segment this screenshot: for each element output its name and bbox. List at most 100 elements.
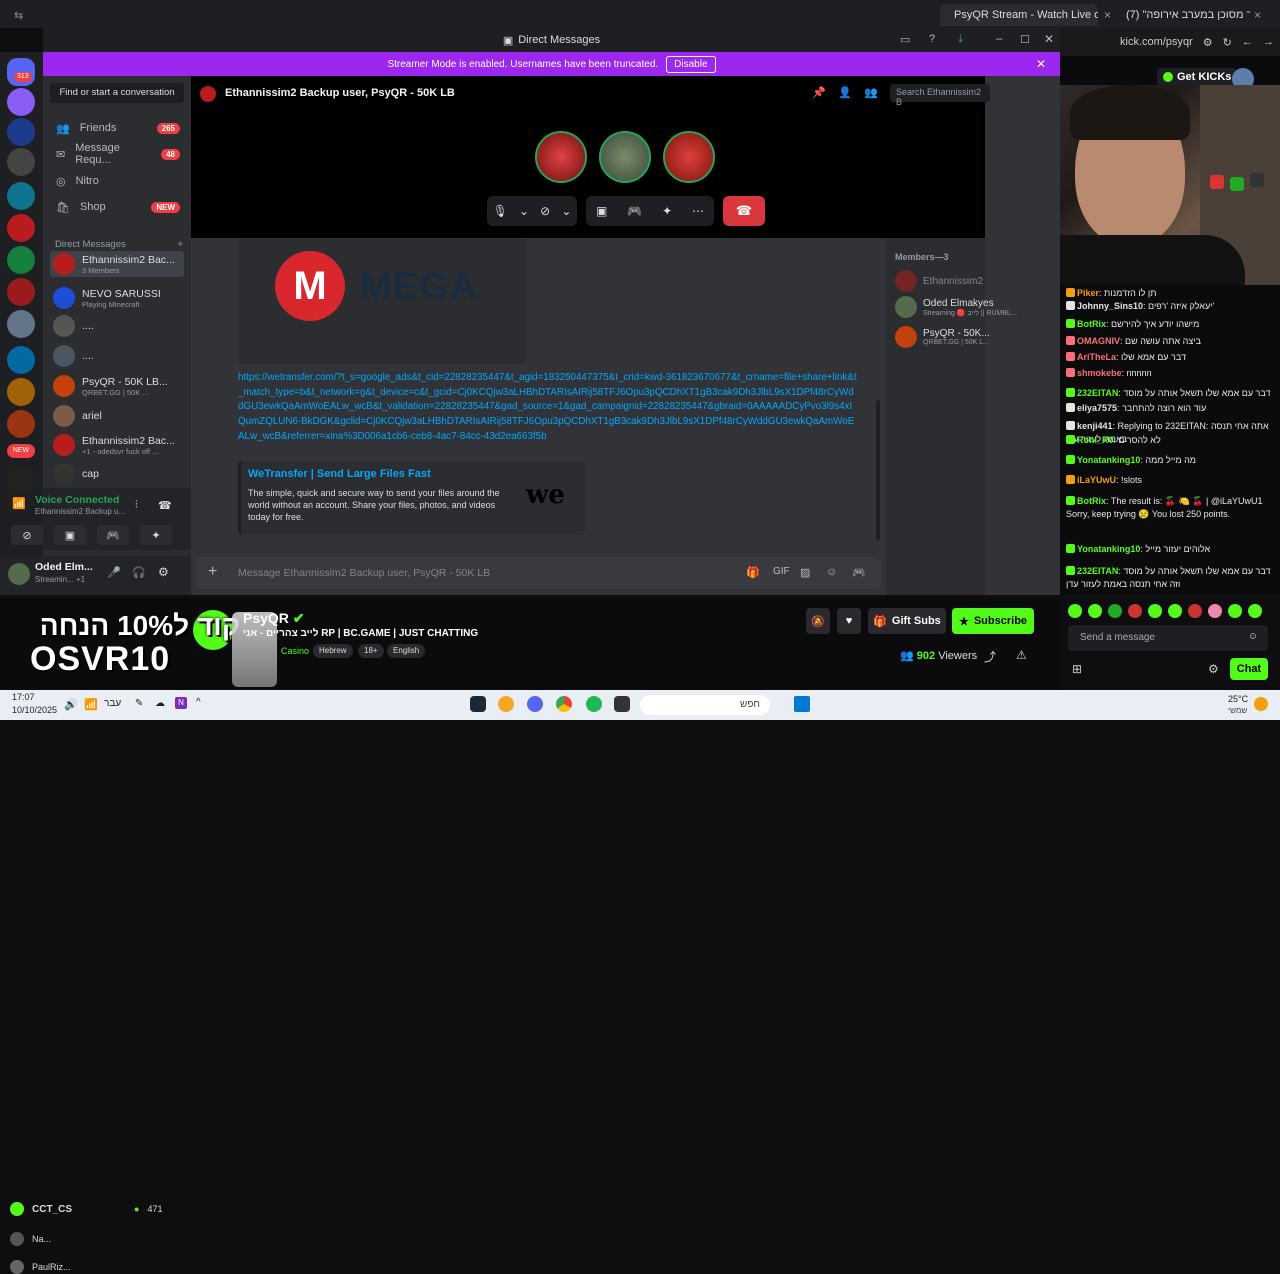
camera-off-icon[interactable]: ⊘ (11, 525, 43, 545)
chevron-up-icon[interactable]: ^ (196, 697, 201, 708)
tag-badge[interactable]: 18+ (358, 644, 384, 658)
chat-username[interactable]: kenji441 (1077, 421, 1113, 431)
dm-item[interactable]: cap (50, 461, 184, 487)
get-kicks-button[interactable]: Get KICKs (1157, 68, 1238, 86)
server-icon[interactable] (7, 346, 35, 374)
dm-item[interactable]: ariel (50, 403, 184, 429)
add-dm-icon[interactable]: + (177, 239, 183, 250)
forward-icon[interactable]: → (1263, 36, 1274, 48)
chat-username[interactable]: Piker (1077, 288, 1099, 298)
chat-input[interactable]: Send a message ☺ (1068, 625, 1268, 651)
emoji-icon[interactable]: ☺ (826, 566, 837, 578)
server-icon[interactable] (7, 118, 35, 146)
gift-subs-button[interactable]: 🎁 Gift Subs (868, 608, 946, 634)
call-participant-avatar[interactable] (663, 131, 715, 183)
following-item[interactable]: Na... (10, 1232, 51, 1246)
close-banner-icon[interactable]: ✕ (1036, 57, 1046, 71)
noise-suppression-icon[interactable]: ⫶ (135, 499, 138, 512)
following-item[interactable]: CCT_CS ● 471 (10, 1202, 162, 1216)
discord-taskbar-icon[interactable] (527, 696, 543, 712)
emote-icon[interactable] (1108, 604, 1122, 618)
streamer-name[interactable]: PsyQR ✔ (243, 610, 305, 627)
server-icon[interactable] (7, 466, 35, 494)
close-icon[interactable]: × (1254, 8, 1261, 22)
microphone-icon[interactable]: 🎤 (107, 566, 121, 579)
soundboard-icon[interactable]: ✦ (662, 204, 672, 218)
report-icon[interactable]: ⚠ (1016, 648, 1027, 662)
emote-icon[interactable] (1148, 604, 1162, 618)
windows-start-icon[interactable] (794, 696, 810, 712)
help-icon[interactable]: ? (929, 33, 935, 45)
server-icon[interactable] (7, 310, 35, 338)
activity-icon[interactable]: 🎮 (97, 525, 129, 545)
member-item[interactable]: Ethannissim2 (895, 270, 983, 292)
hangup-button[interactable]: ☎ (723, 196, 765, 226)
server-icon[interactable] (7, 278, 35, 306)
wifi-icon[interactable]: 📶 (84, 698, 98, 711)
member-item[interactable]: PsyQR - 50K... QRBET.GG | 50K L... (895, 326, 990, 348)
call-participant-avatar[interactable] (599, 131, 651, 183)
voice-status[interactable]: Voice Connected (35, 494, 119, 506)
dm-item[interactable]: .... (50, 313, 184, 339)
dm-item[interactable]: .... (50, 343, 184, 369)
dm-item[interactable]: Ethannissim2 Bac... 3 Members (50, 251, 184, 277)
emote-icon[interactable] (1188, 604, 1202, 618)
tab-psyqr[interactable]: PsyQR Stream - Watch Live on (940, 4, 1098, 26)
tune-icon[interactable]: ⚙ (1203, 36, 1213, 49)
embed-title-link[interactable]: WeTransfer | Send Large Files Fast (248, 468, 431, 480)
minimize-icon[interactable]: – (996, 33, 1002, 45)
chevron-down-icon[interactable]: ⌄ (519, 204, 529, 218)
emote-icon[interactable] (1208, 604, 1222, 618)
steam-icon[interactable] (470, 696, 486, 712)
reload-icon[interactable]: ↻ (1223, 36, 1232, 49)
more-icon[interactable]: ⋯ (692, 204, 704, 218)
close-window-icon[interactable]: ✕ (1044, 32, 1054, 46)
chat-username[interactable]: 232EITAN (1077, 388, 1118, 398)
emote-icon[interactable] (1088, 604, 1102, 618)
close-icon[interactable]: × (1104, 8, 1111, 22)
sticker-icon[interactable]: ▨ (800, 566, 810, 579)
back-icon[interactable]: ← (1242, 36, 1253, 48)
chevron-down-icon[interactable]: ⌄ (561, 204, 571, 218)
add-attachment-icon[interactable]: + (208, 563, 217, 581)
dm-item[interactable]: PsyQR - 50K LB... QRBET.GG | 50K ... (50, 373, 184, 399)
message-link[interactable]: https://wetransfer.com/?t_s=google_ads&t… (238, 371, 858, 445)
microphone-icon[interactable]: 🎙 (493, 204, 508, 218)
language-indicator[interactable]: עבר (104, 698, 121, 709)
server-icon[interactable] (7, 246, 35, 274)
nav-message-requests[interactable]: ✉ Message Requ... 48 (50, 142, 184, 166)
chat-username[interactable]: BotRix (1077, 319, 1106, 329)
onedrive-icon[interactable]: ☁ (155, 698, 165, 709)
tab-back-left[interactable]: ⇆ (6, 4, 31, 26)
chat-username[interactable]: iLaYUwU (1077, 475, 1116, 485)
nav-nitro[interactable]: ◎ Nitro (50, 169, 184, 193)
user-name[interactable]: Oded Elm... (35, 561, 93, 573)
share-icon[interactable]: ⤴ (984, 648, 996, 665)
server-icon[interactable] (7, 88, 35, 116)
emote-icon[interactable] (1228, 604, 1242, 618)
chat-username[interactable]: Johnny_Sins10 (1077, 301, 1143, 311)
taskbar-app-icon[interactable] (498, 696, 514, 712)
scrollbar[interactable] (876, 400, 880, 540)
gif-icon[interactable]: GIF (773, 566, 790, 577)
address-bar[interactable]: kick.com/psyqr ⚙ ↻ ← → (1060, 28, 1280, 56)
spotify-icon[interactable] (586, 696, 602, 712)
member-list-icon[interactable]: 👥 (864, 86, 878, 99)
subscribe-button[interactable]: ★ Subscribe (952, 608, 1034, 634)
chat-username[interactable]: OMAGNIV (1077, 336, 1120, 346)
dm-item[interactable]: NEVO SARUSSI Playing Minecraft (50, 285, 184, 311)
nav-shop[interactable]: 🛍 Shop NEW (50, 195, 184, 219)
nav-friends[interactable]: 👥 Friends 265 (50, 116, 184, 140)
screen-share-icon[interactable]: ▣ (54, 525, 86, 545)
disconnect-icon[interactable]: ☎ (158, 499, 172, 512)
pin-icon[interactable]: 📌 (812, 86, 826, 99)
disable-streamer-mode-button[interactable]: Disable (666, 55, 716, 73)
activity-icon[interactable]: 🎮 (627, 204, 642, 218)
chat-username[interactable]: Yonatanking10 (1077, 544, 1140, 554)
chat-username[interactable]: 232EITAN (1077, 566, 1118, 576)
soundboard-icon[interactable]: ✦ (140, 525, 172, 545)
inbox-icon[interactable]: ▭ (900, 33, 910, 46)
taskbar-search[interactable]: חפש (640, 695, 770, 715)
server-icon[interactable] (7, 148, 35, 176)
settings-icon[interactable]: ⚙ (1208, 662, 1219, 676)
